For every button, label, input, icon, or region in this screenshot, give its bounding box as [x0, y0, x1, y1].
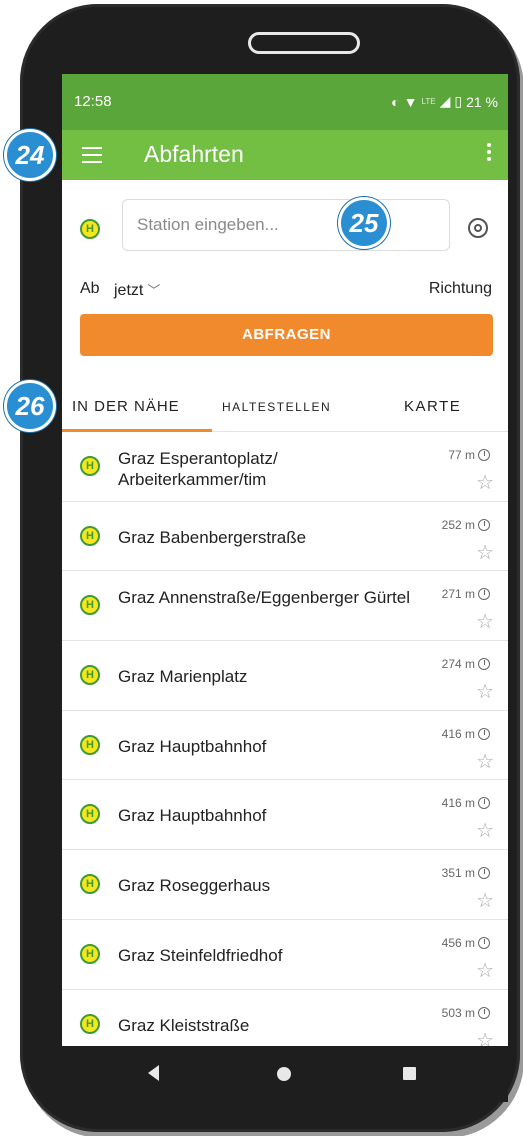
bus-stop-icon: H — [80, 665, 100, 686]
stop-distance: 274 m — [442, 657, 490, 671]
distance-value: 351 m — [441, 866, 475, 881]
stop-name: Graz Hauptbahnhof — [118, 736, 267, 756]
stop-distance: 456 m — [442, 936, 490, 950]
tab-bar: IN DER NÄHE HALTESTELLEN KARTE — [62, 382, 508, 432]
direction-icon — [478, 1006, 490, 1019]
list-item[interactable]: H Graz Roseggerhaus 351 m ☆ — [62, 850, 508, 920]
wifi-icon: ▼ — [403, 93, 418, 110]
direction-icon — [478, 588, 490, 601]
direction-icon — [478, 518, 490, 531]
distance-value: 416 m — [441, 796, 475, 811]
tab-stops[interactable]: HALTESTELLEN — [222, 400, 331, 414]
stop-list[interactable]: H Graz Esperantoplatz/ Arbeiterkammer/ti… — [62, 432, 508, 1046]
list-item[interactable]: H Graz Hauptbahnhof 416 m ☆ — [62, 780, 508, 851]
data-saver-icon: ◐ — [391, 93, 400, 110]
direction-icon — [478, 936, 490, 949]
distance-value: 416 m — [441, 726, 475, 741]
hamburger-menu-icon[interactable] — [82, 147, 102, 163]
stop-distance: 416 m — [442, 727, 490, 741]
tab-nearby[interactable]: IN DER NÄHE — [72, 398, 180, 415]
direction-icon — [478, 449, 490, 461]
stop-distance: 351 m — [442, 866, 490, 880]
system-nav-bar — [62, 1046, 508, 1102]
stop-distance: 77 m — [448, 448, 490, 462]
page-title: Abfahrten — [144, 141, 244, 167]
list-item[interactable]: H Graz Babenbergerstraße 252 m ☆ — [62, 502, 508, 572]
star-icon[interactable]: ☆ — [476, 540, 494, 565]
star-icon[interactable]: ☆ — [476, 470, 494, 495]
speaker-grille — [248, 32, 360, 54]
stop-name: Graz Babenbergerstraße — [118, 527, 307, 547]
recent-apps-icon[interactable] — [403, 1067, 416, 1080]
distance-value: 252 m — [441, 517, 475, 532]
list-item[interactable]: H Graz Hauptbahnhof 416 m ☆ — [62, 711, 508, 781]
callout-25: 25 — [338, 197, 390, 249]
distance-value: 271 m — [441, 587, 475, 602]
app-screen: 12:58 ◐ ▼ LTE ◢ ▯ 21 % Abfahrten H Stati… — [62, 74, 508, 1046]
distance-value: 503 m — [441, 1005, 475, 1020]
list-item[interactable]: H Graz Esperantoplatz/ Arbeiterkammer/ti… — [62, 432, 508, 502]
star-icon[interactable]: ☆ — [476, 1028, 494, 1047]
lte-icon: LTE — [421, 97, 436, 106]
query-button[interactable]: ABFRAGEN — [80, 314, 493, 356]
callout-24: 24 — [4, 129, 56, 181]
star-icon[interactable]: ☆ — [476, 679, 494, 704]
stop-name: Graz Esperantoplatz/ Arbeiterkammer/tim — [118, 449, 278, 489]
departure-from-label: Ab — [80, 280, 100, 297]
app-bar: Abfahrten — [62, 130, 508, 180]
direction-icon — [478, 797, 490, 810]
bus-stop-icon: H — [80, 804, 100, 825]
home-icon[interactable] — [277, 1067, 291, 1081]
bus-stop-icon: H — [80, 874, 100, 895]
direction-icon — [478, 867, 490, 880]
direction-icon — [478, 658, 490, 671]
tab-map[interactable]: KARTE — [404, 398, 461, 415]
callout-26: 26 — [4, 380, 56, 432]
more-vert-icon[interactable] — [486, 143, 492, 165]
bus-stop-icon: H — [80, 219, 100, 239]
list-item[interactable]: H Graz Marienplatz 274 m ☆ — [62, 641, 508, 711]
direction-icon — [478, 727, 490, 740]
star-icon[interactable]: ☆ — [476, 749, 494, 774]
stop-name: Graz Annenstraße/Eggenberger Gürtel — [118, 588, 410, 608]
station-search-input[interactable]: Station eingeben... — [122, 199, 450, 251]
bus-stop-icon: H — [80, 943, 100, 964]
list-item[interactable]: H Graz Steinfeldfriedhof 456 m ☆ — [62, 920, 508, 990]
star-icon[interactable]: ☆ — [476, 609, 494, 634]
star-icon[interactable]: ☆ — [476, 818, 494, 843]
battery-level: 21 % — [466, 93, 498, 110]
battery-icon: ▯ — [454, 93, 463, 109]
stop-name: Graz Steinfeldfriedhof — [118, 945, 283, 965]
distance-value: 77 m — [448, 448, 475, 462]
bus-stop-icon: H — [80, 456, 100, 476]
stop-distance: 503 m — [442, 1006, 490, 1020]
stop-distance: 252 m — [442, 518, 490, 532]
stop-name: Graz Marienplatz — [118, 667, 248, 687]
bus-stop-icon: H — [80, 525, 100, 546]
departure-time-value: jetzt — [114, 282, 144, 299]
distance-value: 274 m — [441, 657, 475, 672]
signal-icon: ◢ — [439, 93, 451, 109]
list-item[interactable]: H Graz Annenstraße/Eggenberger Gürtel 27… — [62, 571, 508, 642]
stop-distance: 416 m — [442, 796, 490, 810]
bus-stop-icon: H — [80, 595, 100, 616]
back-icon[interactable] — [148, 1065, 159, 1081]
status-bar: 12:58 ◐ ▼ LTE ◢ ▯ 21 % — [62, 74, 508, 130]
stop-name: Graz Roseggerhaus — [118, 876, 271, 896]
bus-stop-icon: H — [80, 1013, 100, 1034]
star-icon[interactable]: ☆ — [476, 888, 494, 913]
stop-distance: 271 m — [442, 587, 490, 601]
chevron-down-icon: ﹀ — [147, 283, 161, 298]
stop-name: Graz Kleiststraße — [118, 1015, 250, 1035]
distance-value: 456 m — [441, 935, 475, 950]
status-icons: ◐ ▼ LTE ◢ ▯ 21 % — [391, 93, 498, 110]
bus-stop-icon: H — [80, 734, 100, 755]
status-time: 12:58 — [74, 93, 112, 110]
list-item[interactable]: H Graz Kleiststraße 503 m ☆ — [62, 990, 508, 1047]
target-icon[interactable] — [468, 218, 488, 238]
departure-time-select[interactable]: jetzt ﹀ — [114, 280, 160, 300]
star-icon[interactable]: ☆ — [476, 958, 494, 983]
stop-name: Graz Hauptbahnhof — [118, 806, 267, 826]
direction-button[interactable]: Richtung — [429, 280, 492, 298]
